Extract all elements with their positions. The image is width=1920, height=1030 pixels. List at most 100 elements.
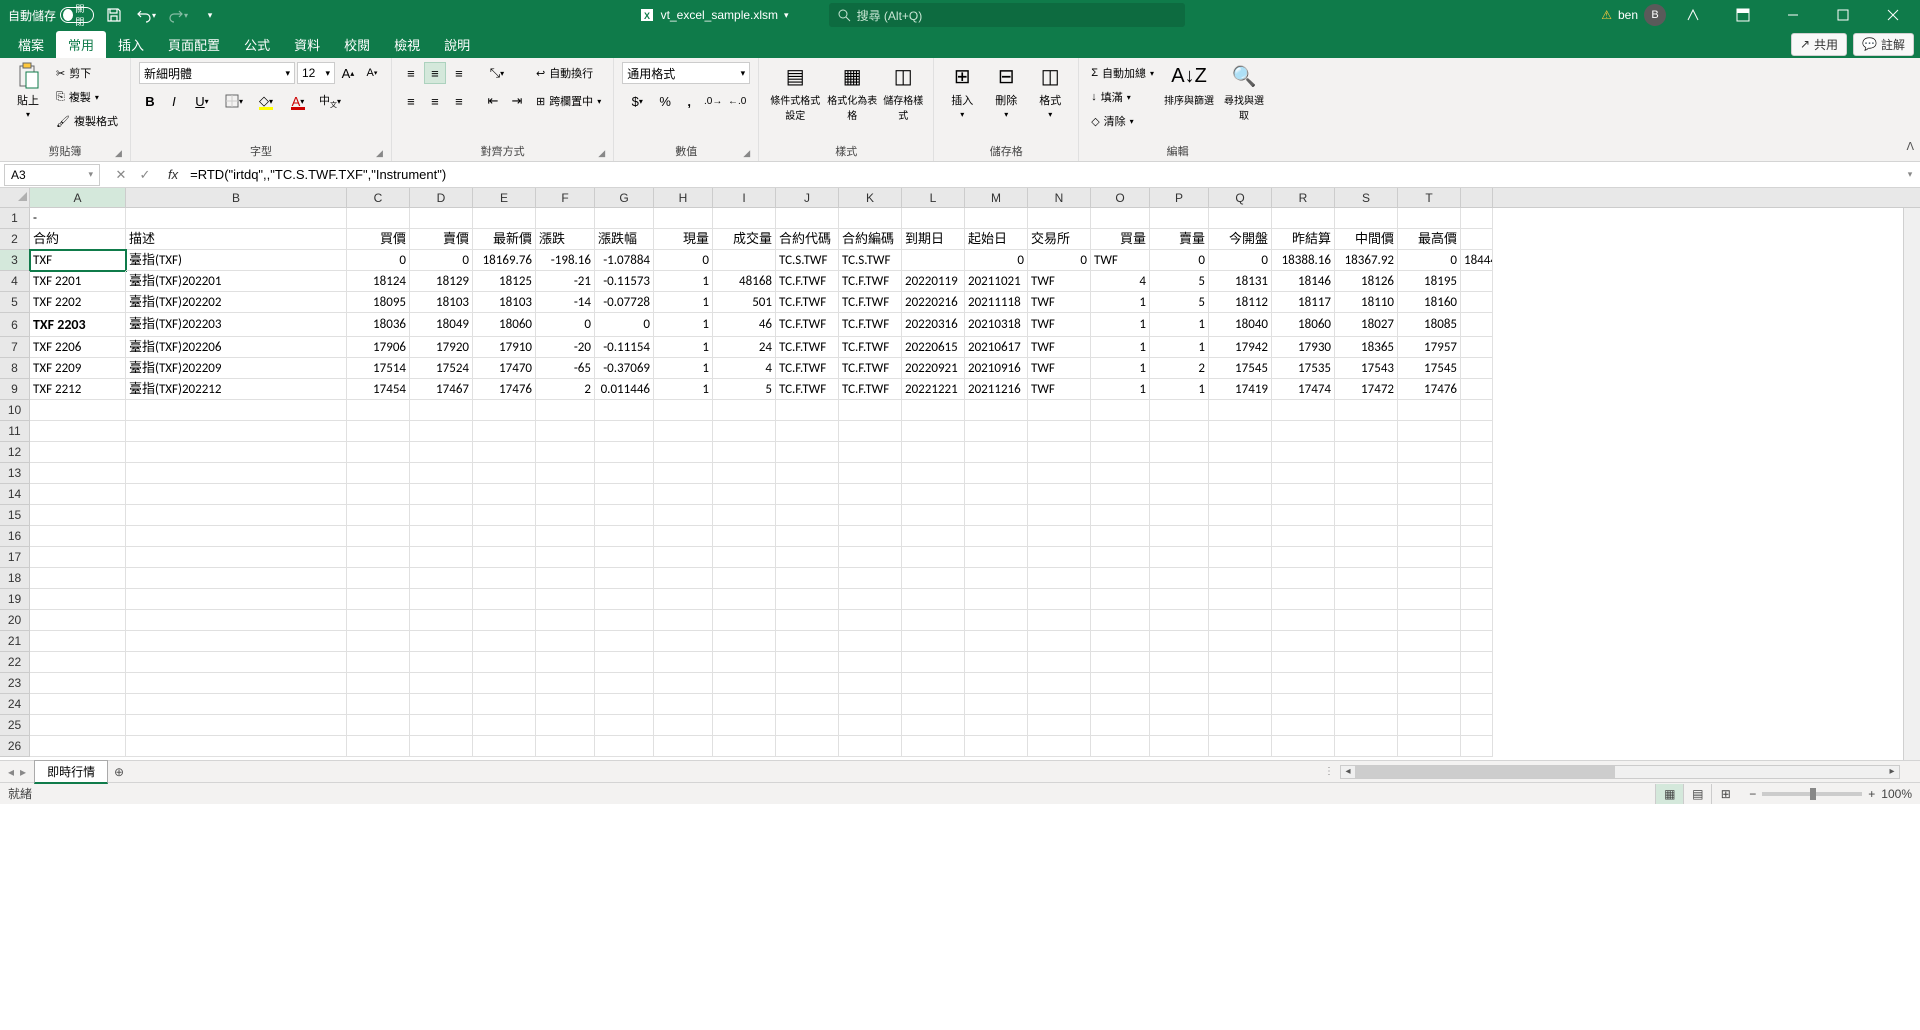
cell[interactable] [1028, 673, 1091, 694]
cell[interactable] [473, 568, 536, 589]
cell[interactable] [965, 547, 1028, 568]
cell[interactable] [30, 463, 126, 484]
cell[interactable]: 17535 [1272, 358, 1335, 379]
cell[interactable] [1335, 421, 1398, 442]
decrease-indent-icon[interactable]: ⇤ [482, 90, 504, 112]
copy-button[interactable]: ⎘複製▾ [52, 86, 122, 108]
cell[interactable] [595, 715, 654, 736]
save-icon[interactable] [102, 3, 126, 27]
cell[interactable] [30, 610, 126, 631]
redo-icon[interactable]: ▾ [166, 3, 190, 27]
row-header[interactable]: 19 [0, 589, 30, 610]
collapse-ribbon-icon[interactable]: ᐱ [1906, 140, 1914, 153]
cell[interactable]: 描述 [126, 229, 347, 250]
cell[interactable] [410, 400, 473, 421]
cell[interactable] [1272, 652, 1335, 673]
cell[interactable] [30, 694, 126, 715]
row-header[interactable]: 12 [0, 442, 30, 463]
cell[interactable] [1335, 208, 1398, 229]
menu-tab-校閱[interactable]: 校閱 [332, 31, 382, 58]
cell[interactable]: 20220316 [902, 313, 965, 337]
cell[interactable] [126, 463, 347, 484]
cell[interactable] [1150, 673, 1209, 694]
col-header-R[interactable]: R [1272, 188, 1335, 207]
cell[interactable]: 18124 [347, 271, 410, 292]
cell-styles-button[interactable]: ◫儲存格樣式 [881, 62, 925, 122]
row-header[interactable]: 6 [0, 313, 30, 337]
cell[interactable] [126, 208, 347, 229]
cell[interactable] [713, 208, 776, 229]
cell[interactable]: -0.11154 [595, 337, 654, 358]
row-header[interactable]: 15 [0, 505, 30, 526]
cell[interactable] [902, 589, 965, 610]
col-header-G[interactable]: G [595, 188, 654, 207]
cell[interactable] [1091, 400, 1150, 421]
cell[interactable] [654, 442, 713, 463]
dialog-launcher-icon[interactable]: ◢ [743, 148, 750, 159]
cell[interactable]: 成交量 [713, 229, 776, 250]
normal-view-icon[interactable]: ▦ [1655, 784, 1683, 804]
col-header-S[interactable]: S [1335, 188, 1398, 207]
fx-icon[interactable]: fx [162, 167, 184, 182]
page-layout-icon[interactable]: ▤ [1683, 784, 1711, 804]
cell[interactable] [126, 610, 347, 631]
cell[interactable] [30, 652, 126, 673]
cell[interactable] [776, 568, 839, 589]
cell[interactable]: 起始日 [965, 229, 1028, 250]
cell[interactable]: -20 [536, 337, 595, 358]
comma-icon[interactable]: , [678, 90, 700, 112]
cell[interactable] [839, 484, 902, 505]
bold-button[interactable]: B [139, 90, 161, 112]
paste-button[interactable]: 貼上▾ [8, 62, 48, 119]
cell[interactable] [1209, 442, 1272, 463]
row-header[interactable]: 14 [0, 484, 30, 505]
new-sheet-button[interactable]: ⊕ [108, 765, 130, 779]
row-header[interactable]: 22 [0, 652, 30, 673]
cell[interactable] [902, 694, 965, 715]
cell[interactable] [595, 505, 654, 526]
cell[interactable] [473, 505, 536, 526]
col-header-L[interactable]: L [902, 188, 965, 207]
filename[interactable]: X vt_excel_sample.xlsm ▾ [639, 7, 789, 23]
row-header[interactable]: 8 [0, 358, 30, 379]
cell[interactable]: 1 [1150, 337, 1209, 358]
cell[interactable] [536, 631, 595, 652]
cell[interactable]: -0.11573 [595, 271, 654, 292]
font-name-select[interactable]: 新細明體▾ [139, 62, 295, 84]
dialog-launcher-icon[interactable]: ◢ [115, 148, 122, 159]
worksheet-grid[interactable]: ABCDEFGHIJKLMNOPQRST 1-2合約描述買價賣價最新價漲跌漲跌幅… [0, 188, 1920, 760]
cell[interactable] [902, 715, 965, 736]
minimize-icon[interactable] [1770, 0, 1816, 30]
cell[interactable] [776, 505, 839, 526]
cell[interactable] [1091, 589, 1150, 610]
cell[interactable] [1028, 547, 1091, 568]
col-header-K[interactable]: K [839, 188, 902, 207]
cell[interactable]: TC.F.TWF [776, 379, 839, 400]
cell[interactable] [1028, 736, 1091, 757]
zoom-in-icon[interactable]: + [1868, 787, 1875, 801]
cell[interactable]: -0.37069 [595, 358, 654, 379]
cell[interactable]: 18085 [1398, 313, 1461, 337]
cell[interactable]: TWF [1028, 292, 1091, 313]
cell[interactable]: 賣價 [410, 229, 473, 250]
currency-icon[interactable]: $▾ [622, 90, 652, 112]
cell[interactable] [1398, 505, 1461, 526]
cell[interactable]: 最高價 [1398, 229, 1461, 250]
cell[interactable] [965, 484, 1028, 505]
cell[interactable]: 1 [1091, 337, 1150, 358]
row-header[interactable]: 2 [0, 229, 30, 250]
cell[interactable] [347, 208, 410, 229]
sheet-nav[interactable]: ◂▸ [0, 765, 34, 779]
cell[interactable]: 20220216 [902, 292, 965, 313]
cell[interactable] [654, 694, 713, 715]
cell[interactable]: 1 [654, 379, 713, 400]
col-header-H[interactable]: H [654, 188, 713, 207]
cell[interactable] [1209, 484, 1272, 505]
cell[interactable] [902, 484, 965, 505]
cell[interactable]: 漲跌幅 [595, 229, 654, 250]
cell[interactable] [410, 526, 473, 547]
cell[interactable]: 最新價 [473, 229, 536, 250]
cell[interactable]: 5 [1150, 292, 1209, 313]
cell[interactable] [1150, 463, 1209, 484]
cell[interactable] [1272, 400, 1335, 421]
